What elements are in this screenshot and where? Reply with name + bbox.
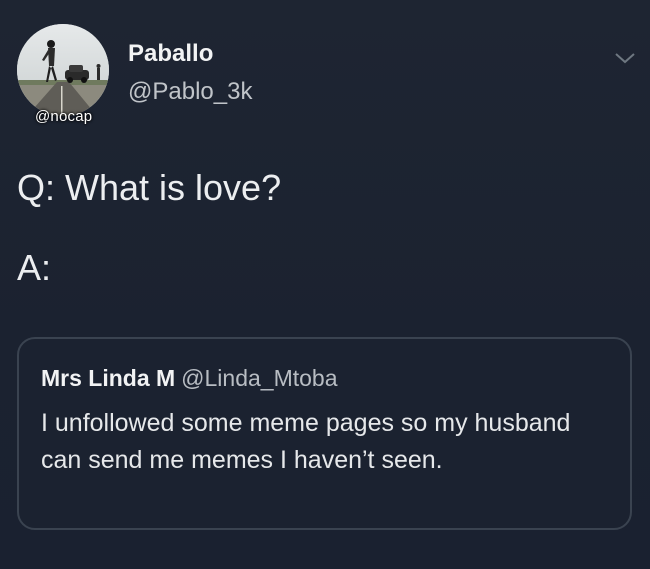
tweet-text-answer: A: xyxy=(17,247,52,288)
avatar[interactable] xyxy=(17,24,109,116)
quoted-tweet-header: Mrs Linda M @Linda_Mtoba xyxy=(41,365,338,392)
quoted-tweet[interactable]: Mrs Linda M @Linda_Mtoba I unfollowed som… xyxy=(17,337,632,530)
author-display-name[interactable]: Paballo xyxy=(128,40,213,68)
avatar-photo xyxy=(17,24,109,116)
quoted-tweet-text: I unfollowed some meme pages so my husba… xyxy=(41,409,571,474)
quoted-author-display-name: Mrs Linda M xyxy=(41,365,176,391)
author-handle[interactable]: @Pablo_3k xyxy=(128,78,252,106)
tweet-card: @nocap Paballo @Pablo_3k Q: What is love… xyxy=(0,0,650,569)
quoted-author-handle: @Linda_Mtoba xyxy=(181,365,338,391)
chevron-down-icon[interactable] xyxy=(614,50,636,66)
tweet-text-question: Q: What is love? xyxy=(17,167,282,208)
avatar-watermark: @nocap xyxy=(35,108,93,125)
